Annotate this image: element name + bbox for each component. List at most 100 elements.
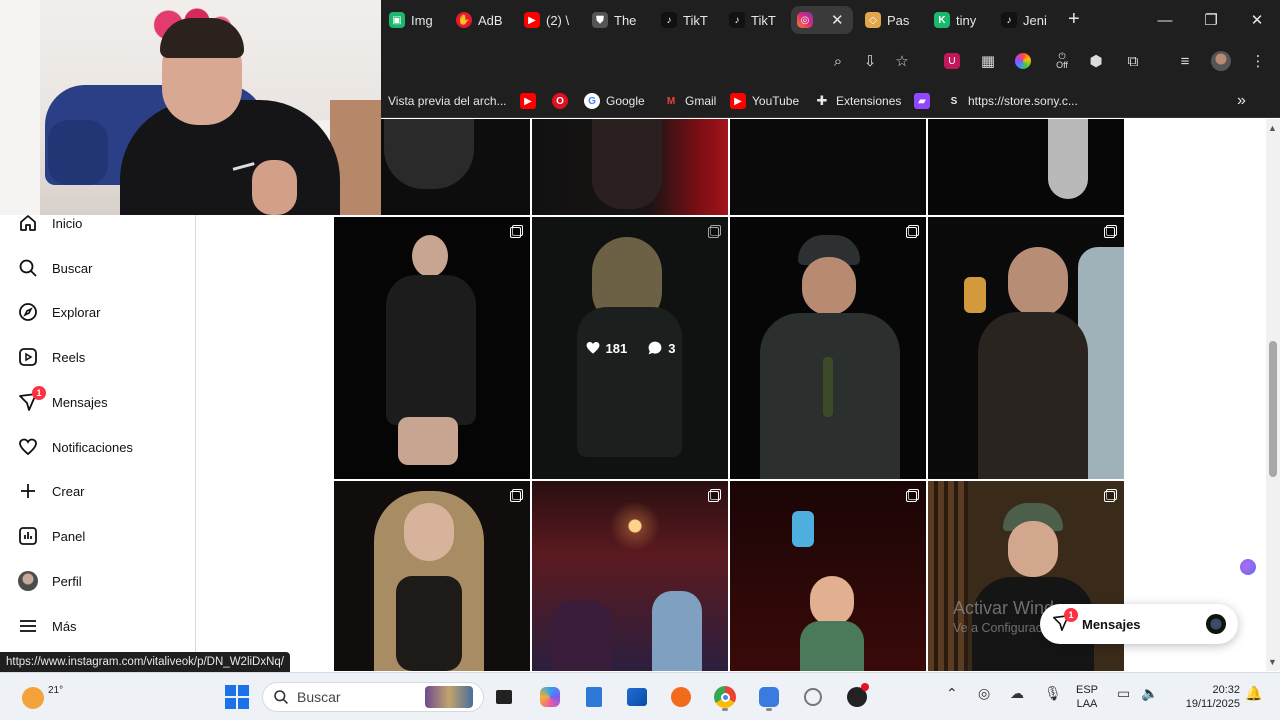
microphone-icon[interactable]: 🎙 [1044,685,1062,702]
bookmark-label: YouTube [752,94,800,108]
bookmark-extensiones[interactable]: ✚ Extensiones [814,92,902,110]
onedrive-icon[interactable]: ☁ [1010,685,1024,702]
notifications-icon[interactable]: 🔔 [1245,685,1262,702]
tab-pass[interactable]: ◇ Pas [865,8,925,32]
sidebar-item-mas[interactable]: Más [18,614,77,638]
tray-chevron-icon[interactable]: ⌃ [946,685,958,702]
tab-shield[interactable]: ⛊ The [592,8,652,32]
post-thumbnail[interactable] [334,481,530,671]
post-thumbnail[interactable] [928,217,1124,479]
tab-instagram-active[interactable]: ◎ ✕ [791,6,853,34]
bookmark-label: Extensiones [836,94,902,108]
sidebar-item-perfil[interactable]: Perfil [18,569,82,593]
assistant-bubble-icon[interactable] [1240,559,1256,575]
scroll-up-icon[interactable]: ▲ [1268,123,1277,133]
post-thumbnail[interactable] [532,481,728,671]
sidebar-item-label: Notificaciones [52,439,133,455]
close-window-button[interactable]: ✕ [1234,0,1280,40]
ublock-icon[interactable]: U [941,50,963,72]
notepad-icon[interactable] [578,681,610,713]
sidebar-item-panel[interactable]: Panel [18,524,85,548]
post-thumbnail[interactable] [532,119,728,215]
volume-icon[interactable]: 🔈 [1141,685,1158,702]
sidebar-item-label: Perfil [52,573,82,589]
media-control-icon[interactable]: ≡ [1174,50,1196,72]
weather-widget[interactable]: 21° [18,679,63,713]
bookmark-twitch[interactable]: ▰ [914,92,930,110]
zoom-icon[interactable]: ⌕ [827,50,849,72]
sony-icon: S [950,95,958,107]
tab-tiktok-1[interactable]: ♪ TikT [661,8,721,32]
webcam-person-hand [252,160,297,215]
bookmark-opera[interactable]: O [552,92,568,110]
color-picker-icon[interactable] [1012,50,1034,72]
post-thumbnail[interactable] [730,481,926,671]
new-tab-button[interactable]: + [1068,8,1080,30]
microsoft-store-icon[interactable] [621,681,653,713]
tab-adblock[interactable]: ✋ AdB [456,8,516,32]
explorer-app-icon[interactable] [753,681,785,713]
sidebar-item-explorar[interactable]: Explorar [18,300,100,324]
taskbar-search-box[interactable]: Buscar [262,682,484,712]
bookmark-google[interactable]: G Google [584,92,645,110]
page-scrollbar[interactable]: ▲ ▼ [1266,119,1280,671]
sidebar-item-label: Inicio [52,215,83,231]
tab-tiktok-2[interactable]: ♪ TikT [729,8,789,32]
steam-like-icon[interactable] [841,681,873,713]
tab-tiny[interactable]: K tiny [934,8,994,32]
sidebar-item-notificaciones[interactable]: Notificaciones [18,435,133,459]
tab-imgur[interactable]: ▣ Img [389,8,449,32]
task-view-icon[interactable] [488,681,520,713]
puzzle-icon[interactable]: ⧉ [1122,50,1144,72]
twitch-icon: ▰ [914,93,930,109]
post-thumbnail-hovered[interactable]: 181 3 [532,217,728,479]
bookmark-preview[interactable]: Vista previa del arch... [388,92,507,110]
profile-avatar-icon[interactable] [1210,50,1232,72]
post-thumbnail[interactable] [928,119,1124,215]
extension-icon[interactable]: ▦ [977,50,999,72]
minimize-button[interactable]: — [1142,0,1188,40]
webcam-sofa-arm [48,120,108,185]
tab-tiktok-3[interactable]: ♪ Jeni [1001,8,1061,32]
bookmark-star-icon[interactable]: ☆ [891,50,913,72]
tray-app-icon[interactable]: ◎ [978,685,990,702]
language-indicator[interactable]: ESP LAA [1072,683,1102,711]
youtube-icon: ▶ [520,93,536,109]
plus-icon [18,481,38,501]
scrollbar-thumb[interactable] [1269,341,1277,477]
avast-icon[interactable] [665,681,697,713]
post-thumbnail[interactable] [730,217,926,479]
restore-button[interactable]: ❐ [1188,0,1234,40]
power-off-icon[interactable]: ⏻ Off [1051,50,1073,72]
clock-date: 19/11/2025 [1185,698,1240,710]
search-icon [274,690,288,704]
sidebar-item-buscar[interactable]: Buscar [18,256,92,280]
network-icon[interactable]: ▭ [1117,685,1130,702]
messages-pill[interactable]: 1 Mensajes [1040,604,1238,644]
clock[interactable]: 20:32 19/11/2025 [1170,683,1240,711]
tab-youtube[interactable]: ▶ (2) \ [524,8,584,32]
bookmark-sony[interactable]: S https://store.sony.c... [946,92,1078,110]
start-button[interactable] [221,681,253,713]
avatar [1206,614,1226,634]
bookmark-youtube-icon-only[interactable]: ▶ [520,92,536,110]
sidebar-item-mensajes[interactable]: 1 Mensajes [18,386,108,414]
post-thumbnail[interactable] [334,217,530,479]
webcam-person-hair [160,18,244,58]
bookmarks-more-button[interactable]: » [1237,92,1246,110]
tab-close-icon[interactable]: ✕ [831,11,844,29]
post-thumbnail[interactable] [730,119,926,215]
shield-extension-icon[interactable]: ⬢ [1085,50,1107,72]
chrome-icon[interactable] [709,681,741,713]
scroll-down-icon[interactable]: ▼ [1268,657,1277,667]
bookmark-youtube[interactable]: ▶ YouTube [730,92,799,110]
bookmark-gmail[interactable]: M Gmail [663,92,717,110]
sidebar-item-crear[interactable]: Crear [18,479,85,503]
sidebar-item-label: Explorar [52,304,101,320]
copilot-icon[interactable] [534,681,566,713]
kebab-menu-icon[interactable]: ⋮ [1247,50,1269,72]
google-icon: G [584,93,600,109]
app-circle-icon[interactable] [797,681,829,713]
sidebar-item-reels[interactable]: Reels [18,345,85,369]
install-app-icon[interactable]: ⇩ [859,50,881,72]
